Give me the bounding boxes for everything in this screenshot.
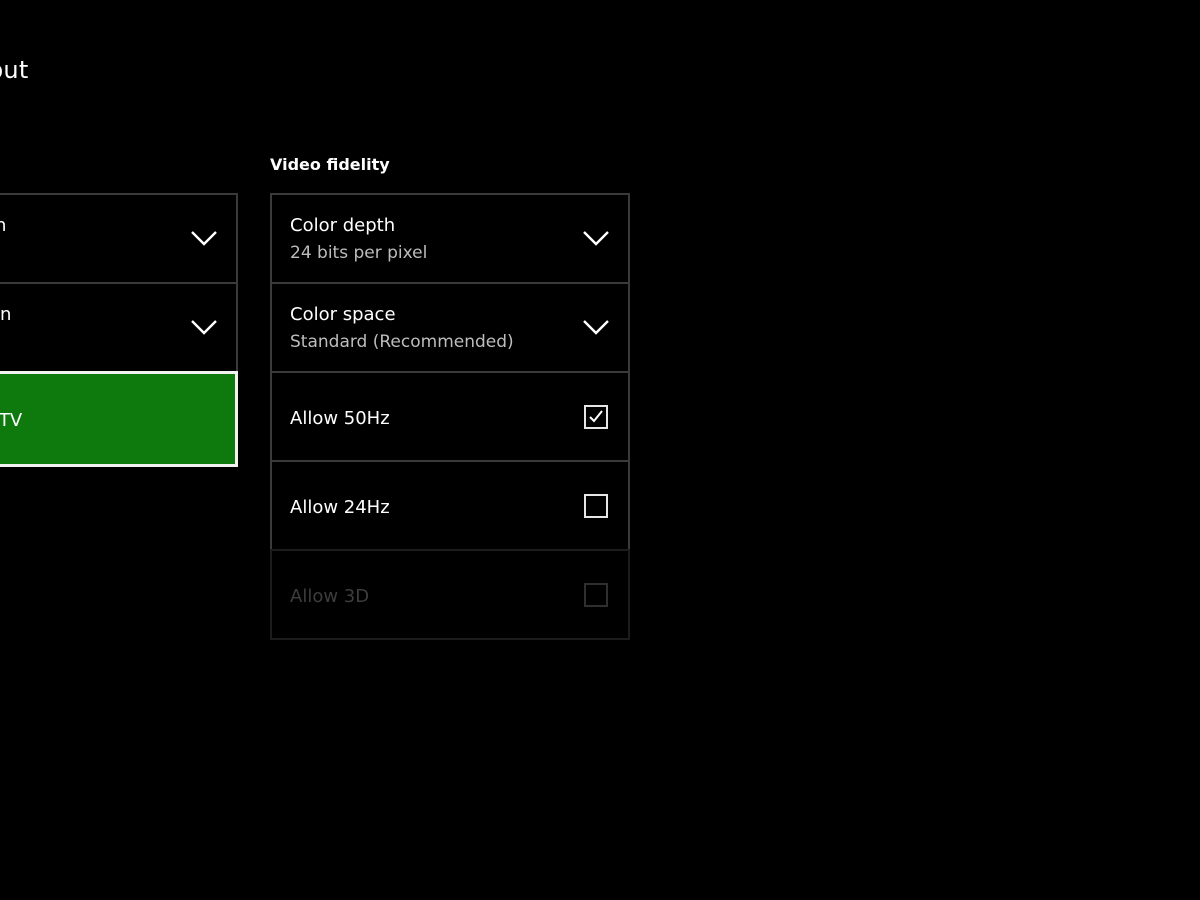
display-settings-page: put on ion t DTV Video fidelity Color de…	[0, 0, 1200, 900]
allow-24hz-label: Allow 24Hz	[290, 497, 390, 518]
color-space-value: Standard (Recommended)	[290, 332, 514, 352]
color-depth-label: Color depth	[290, 215, 396, 236]
chevron-down-icon	[583, 231, 609, 246]
allow-3d-checkbox	[584, 583, 608, 607]
display-settings-column: on ion t DTV	[0, 193, 238, 467]
hdtv-button-label: DTV	[0, 410, 23, 431]
chevron-down-icon	[191, 231, 217, 246]
video-fidelity-header: Video fidelity	[270, 155, 390, 174]
chevron-down-icon	[583, 320, 609, 335]
resolution-dropdown[interactable]: on	[0, 193, 238, 284]
allow-24hz-option[interactable]: Allow 24Hz	[270, 460, 630, 551]
color-space-label: Color space	[290, 304, 396, 325]
allow-24hz-checkbox[interactable]	[584, 494, 608, 518]
connection-label: ion	[0, 304, 12, 325]
chevron-down-icon	[191, 320, 217, 335]
page-title: put	[0, 56, 40, 84]
page-title-text: put	[0, 56, 29, 84]
resolution-label: on	[0, 215, 7, 236]
connection-dropdown[interactable]: ion t	[0, 282, 238, 373]
allow-50hz-option[interactable]: Allow 50Hz	[270, 371, 630, 462]
hdtv-button[interactable]: DTV	[0, 371, 238, 467]
color-space-dropdown[interactable]: Color space Standard (Recommended)	[270, 282, 630, 373]
color-depth-dropdown[interactable]: Color depth 24 bits per pixel	[270, 193, 630, 284]
allow-3d-option: Allow 3D	[270, 549, 630, 640]
allow-3d-label: Allow 3D	[290, 586, 370, 607]
allow-50hz-checkbox[interactable]	[584, 405, 608, 429]
checkmark-icon	[589, 410, 603, 423]
allow-50hz-label: Allow 50Hz	[290, 408, 390, 429]
video-fidelity-column: Color depth 24 bits per pixel Color spac…	[270, 193, 630, 640]
color-depth-value: 24 bits per pixel	[290, 243, 428, 263]
